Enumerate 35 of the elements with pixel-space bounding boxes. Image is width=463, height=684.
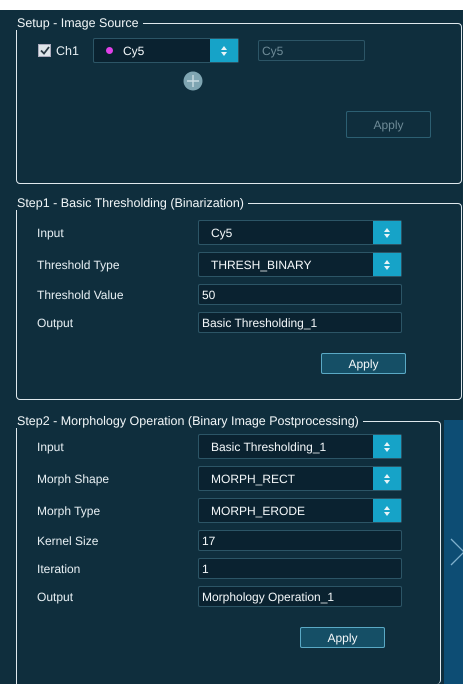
dropdown[interactable]: Cy5 bbox=[198, 220, 402, 245]
dropdown[interactable]: Cy5 bbox=[92, 38, 239, 63]
dropdown[interactable]: THRESH_BINARY bbox=[198, 252, 402, 277]
spinner-arrows-icon[interactable] bbox=[383, 226, 391, 238]
spinner-arrows-icon[interactable] bbox=[383, 258, 391, 270]
input-field[interactable]: 50 bbox=[198, 284, 402, 305]
spinner-arrows-icon[interactable] bbox=[383, 504, 391, 516]
field-label: Threshold Value bbox=[37, 288, 124, 302]
panel-title: Step1 - Basic Thresholding (Binarization) bbox=[16, 196, 245, 210]
apply-button[interactable]: Apply bbox=[300, 627, 385, 648]
spinner-arrows-icon[interactable] bbox=[383, 440, 391, 452]
checkbox[interactable] bbox=[38, 44, 51, 57]
field-label: Iteration bbox=[37, 562, 82, 576]
panel-title: Step2 - Morphology Operation (Binary Image Postprocessing) bbox=[16, 414, 360, 428]
dropdown[interactable]: MORPH_ERODE bbox=[198, 498, 402, 523]
field-label: Output bbox=[37, 316, 74, 330]
apply-button[interactable]: Apply bbox=[321, 353, 406, 374]
spinner-arrows-icon[interactable] bbox=[220, 44, 228, 56]
input-field[interactable]: Basic Thresholding_1 bbox=[198, 312, 402, 333]
field-label: Input bbox=[37, 226, 65, 240]
field-label: Kernel Size bbox=[37, 534, 100, 548]
field-label: Output bbox=[37, 590, 74, 604]
field-label: Morph Type bbox=[37, 504, 102, 518]
dropdown[interactable]: MORPH_RECT bbox=[198, 466, 402, 491]
input-field[interactable]: 17 bbox=[198, 530, 402, 551]
spinner-arrows-icon[interactable] bbox=[383, 472, 391, 484]
field-label: Morph Shape bbox=[37, 472, 110, 486]
panel-title: Setup - Image Source bbox=[16, 16, 140, 30]
input-field[interactable]: 1 bbox=[198, 558, 402, 579]
field-label: Input bbox=[37, 440, 65, 454]
channel-label: Ch1 bbox=[56, 44, 79, 58]
dropdown[interactable]: Basic Thresholding_1 bbox=[198, 434, 402, 459]
add-icon[interactable] bbox=[183, 71, 203, 91]
input-field[interactable]: Morphology Operation_1 bbox=[198, 586, 402, 607]
field-label: Threshold Type bbox=[37, 258, 120, 272]
